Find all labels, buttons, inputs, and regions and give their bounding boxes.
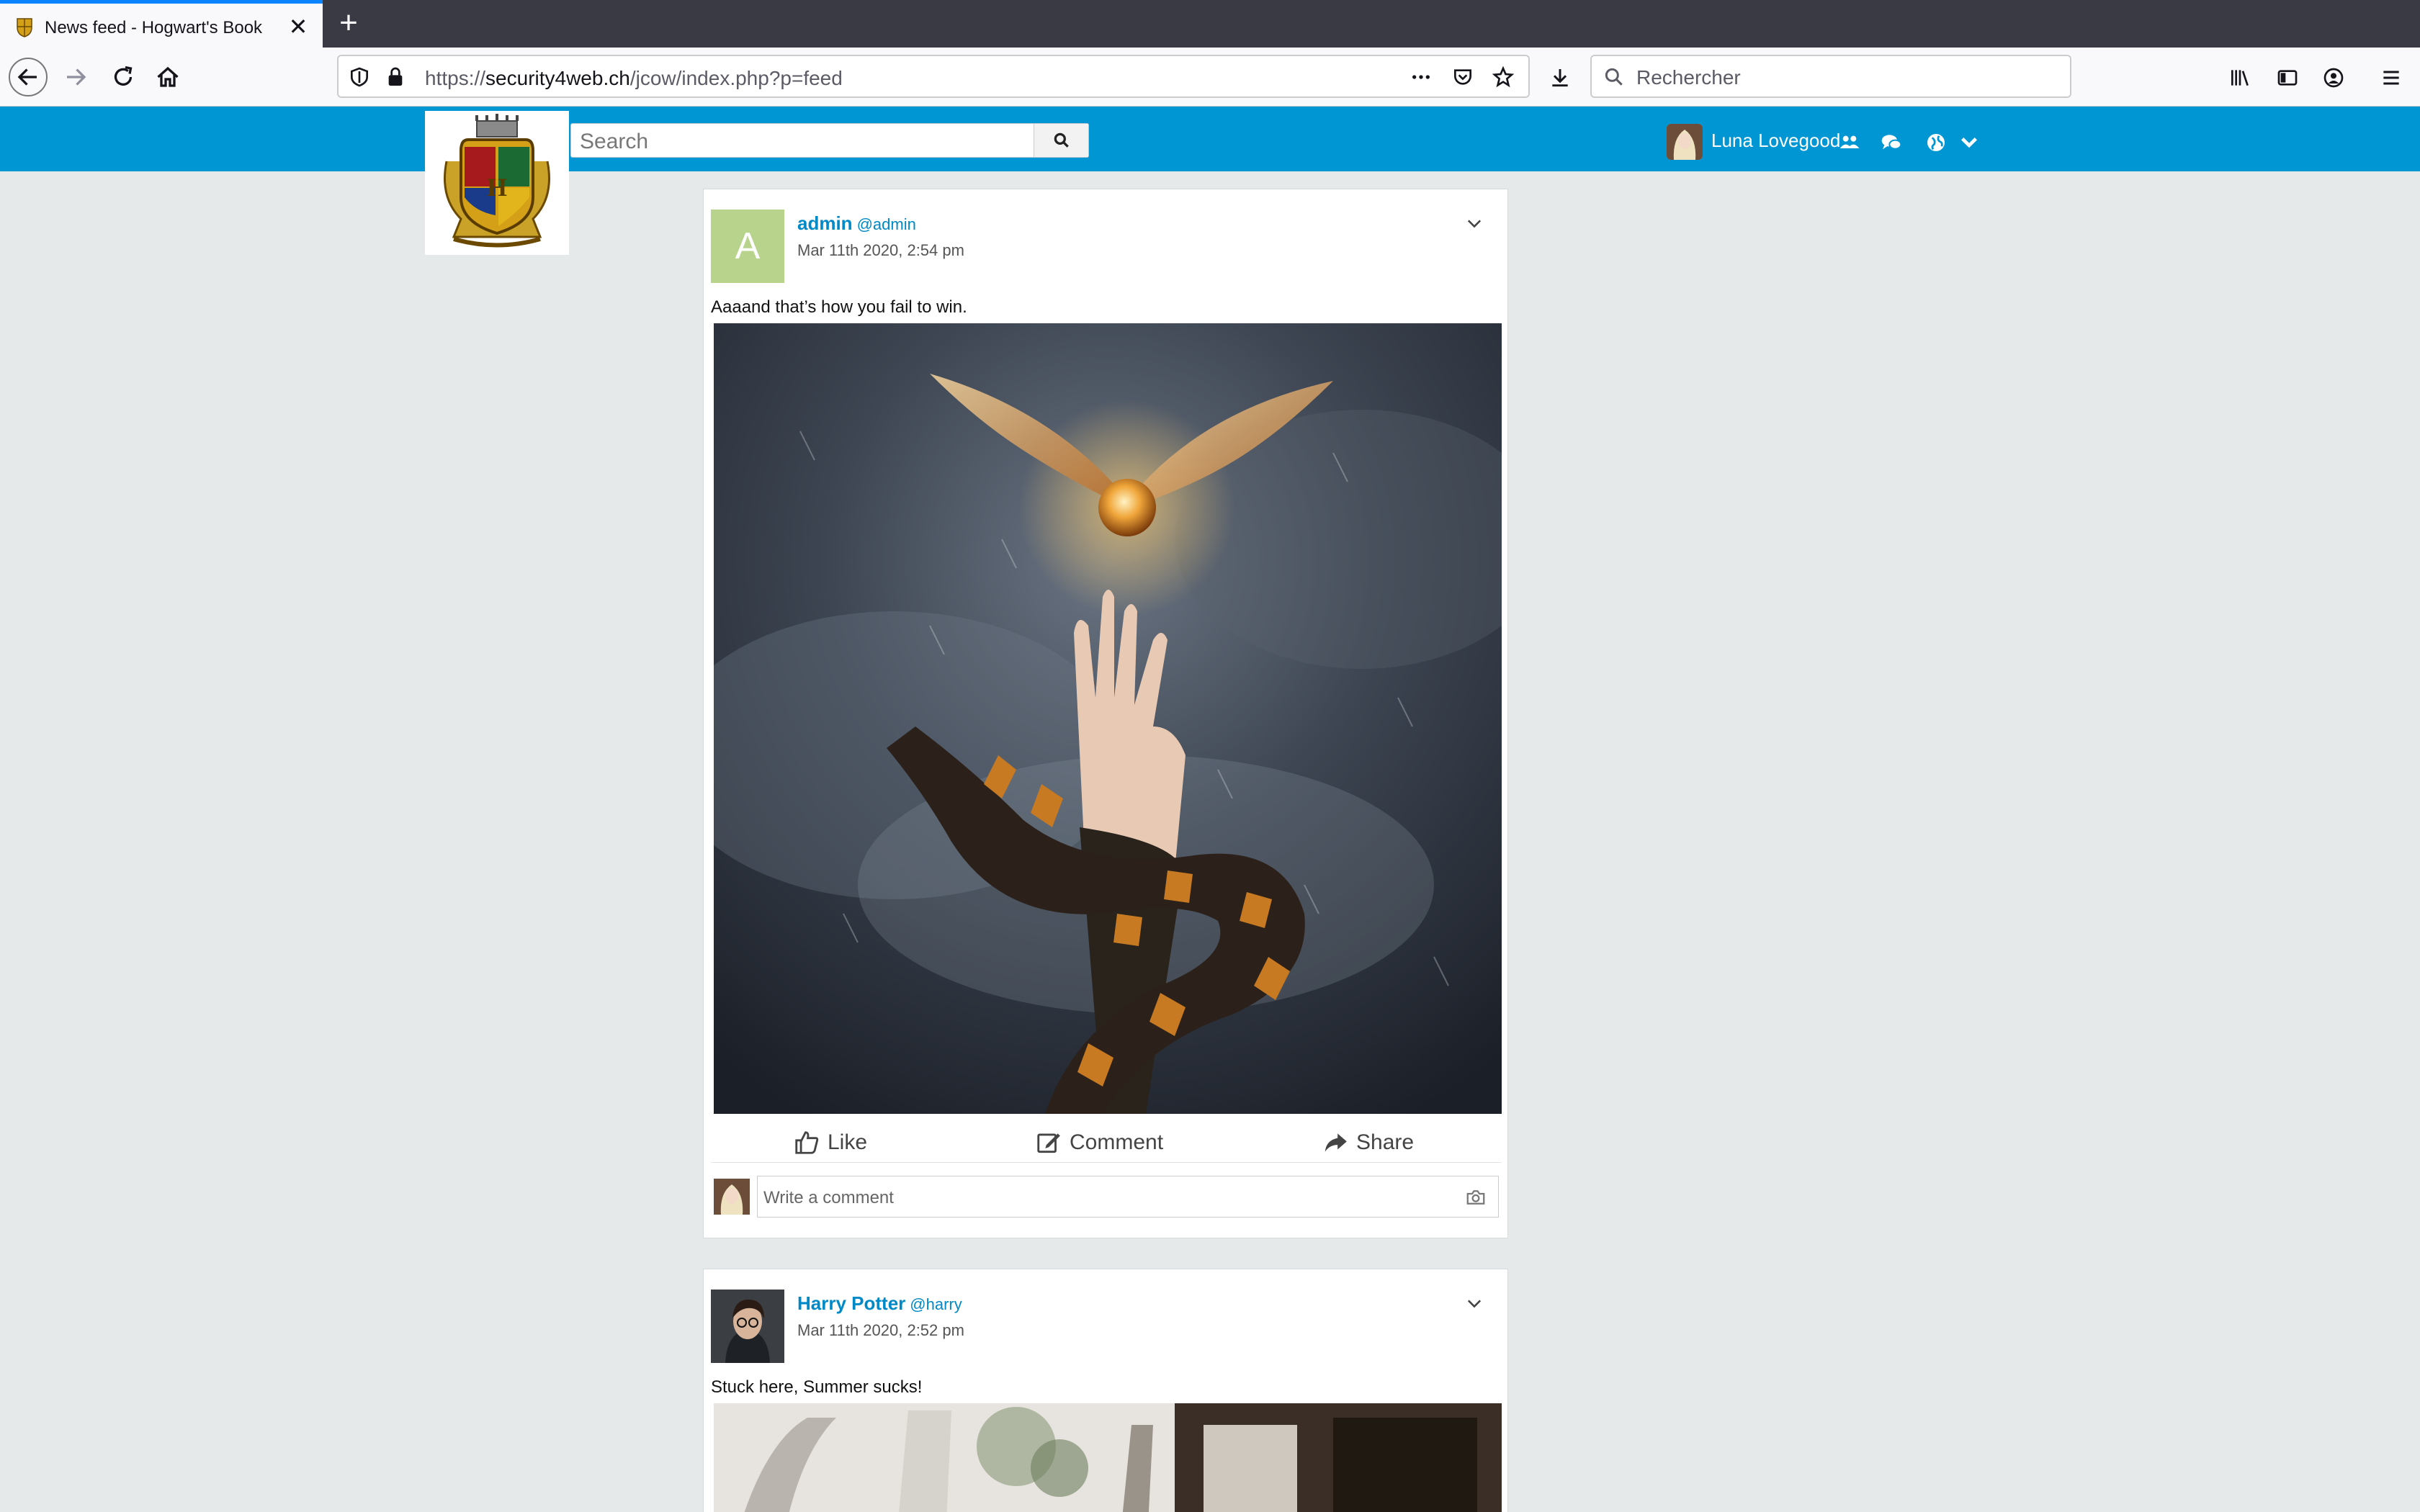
notifications-globe-icon[interactable] [1923,130,1949,156]
like-button[interactable]: Like [793,1125,867,1160]
post-author-handle[interactable]: @admin [857,215,916,233]
new-tab-icon[interactable]: + [333,7,364,39]
harry-avatar-image [711,1290,784,1363]
post-author: Harry Potter @harry [797,1292,962,1315]
feed-post: A admin @admin Mar 11th 2020, 2:54 pm Aaa… [703,189,1508,1238]
navigation-toolbar: https://security4web.ch/jcow/index.php?p… [0,48,2420,107]
arrow-right-icon [67,68,86,86]
page-actions-icon[interactable] [1409,65,1433,89]
url-path: /jcow/index.php?p=feed [629,67,843,89]
tracking-shield-icon[interactable] [347,65,372,89]
post-text: Stuck here, Summer sucks! [711,1377,923,1397]
post-date[interactable]: Mar 11th 2020, 2:52 pm [797,1321,964,1340]
hogwarts-logo[interactable]: H [425,111,569,255]
porch-photo [714,1403,1502,1512]
post-actions: Like Comment Share [711,1122,1502,1163]
downloads-icon[interactable] [1547,65,1573,91]
post-author-name[interactable]: Harry Potter [797,1292,905,1314]
like-label: Like [828,1130,868,1154]
post-image[interactable] [714,323,1502,1114]
site-search-button[interactable] [1034,124,1088,157]
thumbs-up-icon [795,1131,819,1154]
tab-title: News feed - Hogwart's Book [45,18,263,37]
feed-post: Harry Potter @harry Mar 11th 2020, 2:52 p… [703,1269,1508,1512]
svg-text:H: H [487,173,507,202]
arrow-left-icon [17,68,37,86]
browser-search-bar[interactable]: Rechercher [1590,55,2071,98]
home-button[interactable] [148,58,187,96]
current-user-avatar[interactable] [1667,124,1703,160]
chevron-down-icon [1467,220,1482,228]
sidebar-icon[interactable] [2275,65,2300,91]
url-host: security4web.ch [485,67,630,89]
url-bar[interactable]: https://security4web.ch/jcow/index.php?p… [337,55,1530,98]
friends-icon[interactable] [1837,130,1863,156]
url-scheme: https:// [425,67,486,89]
reload-icon [114,66,133,86]
forward-button[interactable] [56,58,95,96]
golden-snitch-photo [714,323,1502,1114]
account-icon[interactable] [2321,65,2347,91]
luna-avatar-image [714,1179,750,1215]
camera-icon[interactable] [1465,1187,1487,1208]
search-icon [1054,132,1069,148]
post-author-name[interactable]: admin [797,212,853,234]
commenter-avatar [714,1179,750,1215]
hogwarts-crest-icon: H [444,114,550,248]
share-arrow-icon [1325,1133,1347,1152]
comment-button[interactable]: Comment [1035,1125,1163,1160]
edit-icon [1037,1133,1060,1153]
site-search-placeholder: Search [580,130,649,153]
url-text: https://security4web.ch/jcow/index.php?p… [425,67,843,90]
magnifier-icon [1602,65,1626,89]
comment-input[interactable]: Write a comment [757,1176,1499,1218]
chevron-down-icon [1467,1300,1482,1308]
site-search-box[interactable]: Search [570,123,1089,158]
post-image[interactable] [714,1403,1502,1512]
messages-icon[interactable] [1878,130,1904,156]
post-author: admin @admin [797,212,916,235]
bookmark-star-icon[interactable] [1491,65,1515,89]
back-button[interactable] [9,58,48,96]
hogwarts-crest-favicon-icon [17,18,32,37]
post-date[interactable]: Mar 11th 2020, 2:54 pm [797,241,964,260]
pocket-icon[interactable] [1451,65,1475,89]
comment-label: Comment [1070,1130,1164,1154]
chevron-down-icon[interactable] [1956,130,1982,156]
post-options-button[interactable] [1461,1291,1487,1317]
luna-avatar-image [1667,124,1703,160]
post-text: Aaaand that’s how you fail to win. [711,297,967,317]
comment-box: Write a comment [711,1174,1502,1218]
post-author-handle[interactable]: @harry [910,1295,962,1313]
lock-icon[interactable] [383,65,408,89]
share-button[interactable]: Share [1322,1125,1414,1160]
active-tab[interactable]: News feed - Hogwart's Book ✕ [0,0,323,48]
site-header [0,107,2420,171]
current-user-name[interactable]: Luna Lovegood [1711,130,1840,152]
share-label: Share [1356,1130,1415,1154]
reload-button[interactable] [104,58,143,96]
comment-placeholder: Write a comment [763,1188,894,1207]
hamburger-menu-icon[interactable] [2378,65,2404,91]
home-icon [157,66,179,87]
library-icon[interactable] [2227,65,2253,91]
close-tab-icon[interactable]: ✕ [285,14,311,40]
post-author-avatar[interactable] [711,1290,784,1363]
post-options-button[interactable] [1461,211,1487,237]
tab-strip: News feed - Hogwart's Book ✕ + [0,0,2420,48]
browser-search-placeholder: Rechercher [1636,66,1741,89]
post-author-avatar[interactable]: A [711,210,784,283]
